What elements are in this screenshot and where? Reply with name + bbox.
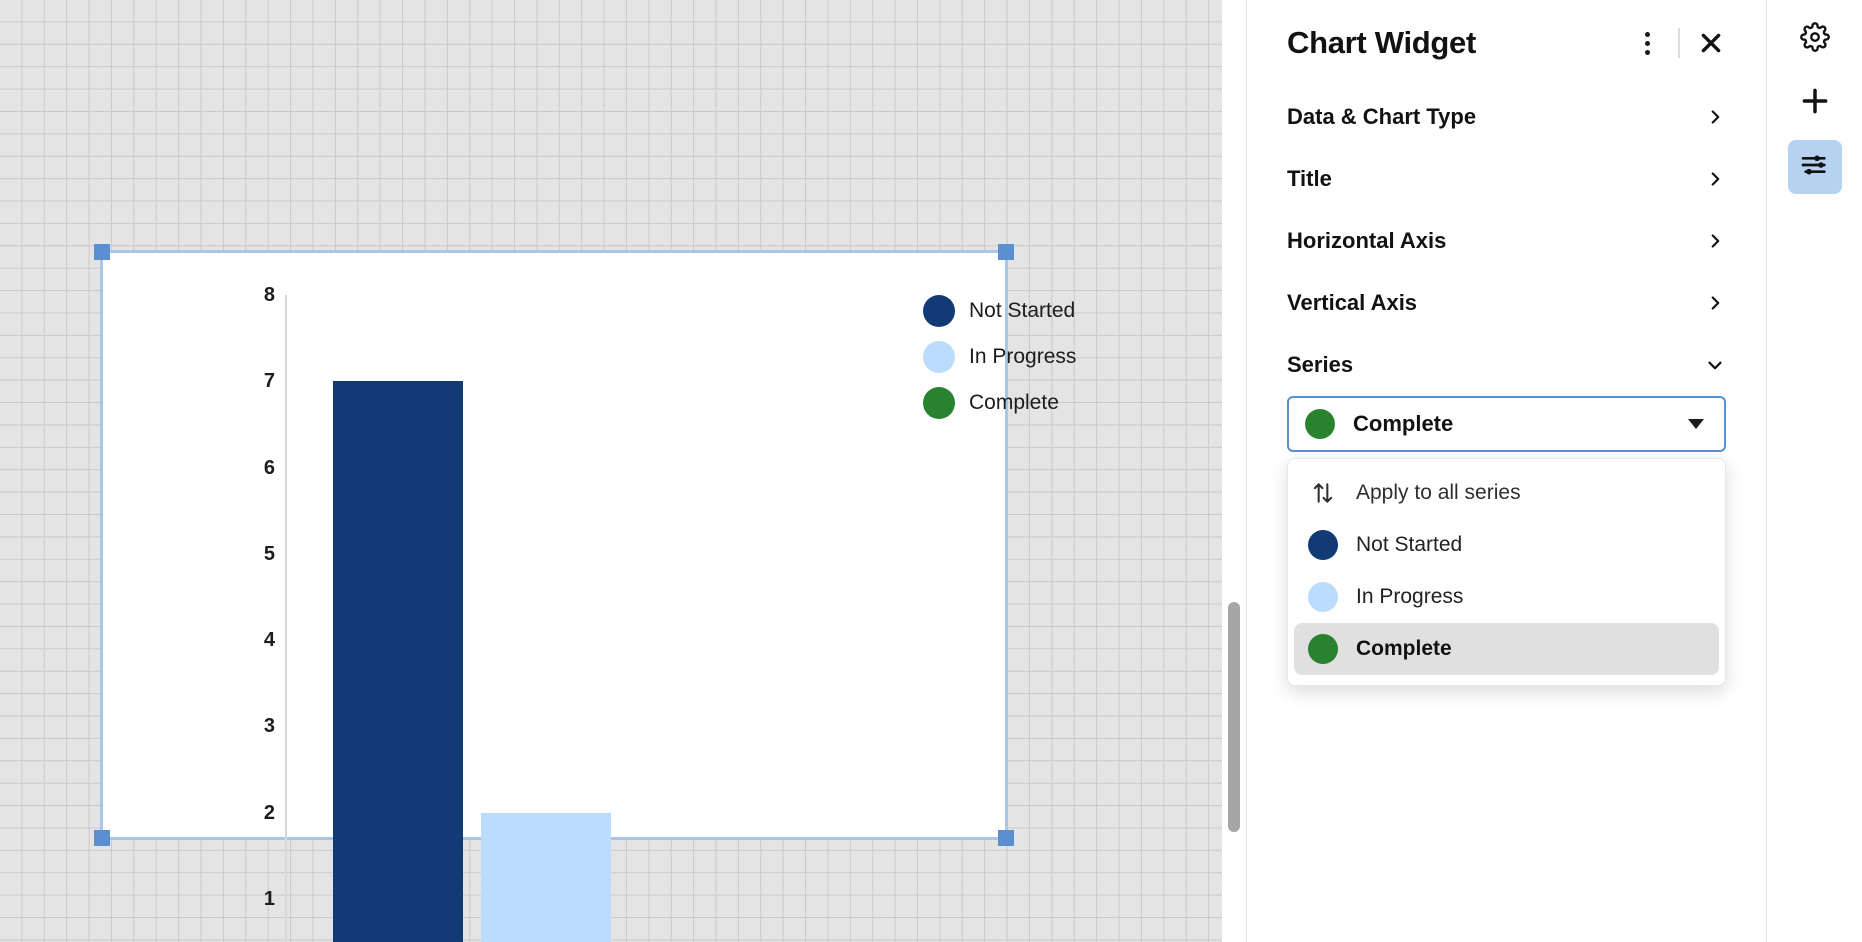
gear-icon xyxy=(1799,21,1830,57)
series-option-in-progress[interactable]: In Progress xyxy=(1294,571,1719,623)
y-axis-tick: 2 xyxy=(263,801,275,824)
section-data-chart-type[interactable]: Data & Chart Type xyxy=(1247,86,1766,148)
y-axis-tick: 1 xyxy=(263,887,275,910)
resize-handle-bottom-right[interactable] xyxy=(998,830,1014,846)
add-widget-button[interactable] xyxy=(1788,76,1842,130)
legend-label: Not Started xyxy=(969,299,1076,322)
bar-not-started xyxy=(333,381,463,942)
series-option-label: Apply to all series xyxy=(1356,481,1521,504)
chevron-down-icon xyxy=(1688,419,1704,429)
series-option-label: Complete xyxy=(1356,637,1452,660)
legend-item: In Progress xyxy=(923,341,1076,373)
series-color-swatch xyxy=(1308,582,1338,612)
chart-widget-selected[interactable]: 876543210 Count Not StartedIn ProgressCo… xyxy=(94,244,1076,942)
more-options-icon xyxy=(1644,31,1650,55)
legend-label: In Progress xyxy=(969,345,1077,368)
bar-in-progress xyxy=(481,812,611,942)
legend-label: Complete xyxy=(969,391,1059,414)
y-axis-tick: 6 xyxy=(263,456,275,479)
close-icon xyxy=(1698,30,1724,56)
section-series-label: Series xyxy=(1287,352,1354,377)
app-root: 876543210 Count Not StartedIn ProgressCo… xyxy=(0,0,1862,942)
section-data-chart-type-label: Data & Chart Type xyxy=(1287,104,1477,129)
resize-handle-top-right[interactable] xyxy=(998,244,1014,260)
series-color-swatch xyxy=(1305,409,1335,439)
y-axis-tick: 5 xyxy=(263,542,275,565)
design-canvas[interactable]: 876543210 Count Not StartedIn ProgressCo… xyxy=(0,0,1222,942)
legend-color-dot xyxy=(923,295,955,327)
chevron-right-icon xyxy=(1704,168,1726,190)
bar-chart: 876543210 Count Not StartedIn ProgressCo… xyxy=(103,253,1076,942)
page-title: Chart Widget xyxy=(1287,25,1476,60)
series-selector-area: Complete Apply to all series Not Started I… xyxy=(1247,396,1766,686)
settings-button[interactable] xyxy=(1788,12,1842,66)
panel-sections-top: Data & Chart Type Title Horizontal Axis Ver… xyxy=(1247,86,1766,334)
close-button[interactable] xyxy=(1694,26,1728,60)
series-color-swatch xyxy=(1308,530,1338,560)
section-title-label: Title xyxy=(1287,166,1332,191)
series-option-complete[interactable]: Complete xyxy=(1294,623,1719,675)
section-horizontal-axis-label: Horizontal Axis xyxy=(1287,228,1447,253)
series-select-value: Complete xyxy=(1353,411,1454,436)
legend-color-dot xyxy=(923,341,955,373)
series-select[interactable]: Complete xyxy=(1287,396,1726,452)
y-axis-tick: 4 xyxy=(263,629,275,651)
series-option-label: In Progress xyxy=(1356,585,1464,608)
canvas-scrollbar-thumb[interactable] xyxy=(1228,602,1240,832)
section-series[interactable]: Series xyxy=(1247,334,1766,396)
legend-item: Not Started xyxy=(923,295,1076,327)
resize-handle-top-left[interactable] xyxy=(94,244,110,260)
right-icon-rail xyxy=(1766,0,1862,942)
header-divider xyxy=(1678,28,1680,58)
sort-arrows-icon xyxy=(1308,480,1338,506)
chevron-down-icon xyxy=(1704,354,1726,376)
series-dropdown-menu[interactable]: Apply to all series Not Started In Progres… xyxy=(1287,458,1726,686)
chevron-right-icon xyxy=(1704,106,1726,128)
chart-widget-panel: Chart Widget Data & Chart Type Title Horiz… xyxy=(1246,0,1766,942)
chevron-right-icon xyxy=(1704,292,1726,314)
series-option-not-started[interactable]: Not Started xyxy=(1294,519,1719,571)
section-vertical-axis[interactable]: Vertical Axis xyxy=(1247,272,1766,334)
section-vertical-axis-label: Vertical Axis xyxy=(1287,290,1418,315)
chart-legend: Not Started In Progress Complete xyxy=(923,295,1076,419)
y-axis-tick: 3 xyxy=(263,715,275,738)
plot-area xyxy=(287,295,925,942)
y-axis-tick: 7 xyxy=(263,370,275,393)
more-options-button[interactable] xyxy=(1630,26,1664,60)
series-color-swatch xyxy=(1308,634,1338,664)
series-option-label: Not Started xyxy=(1356,533,1463,556)
section-horizontal-axis[interactable]: Horizontal Axis xyxy=(1247,210,1766,272)
chevron-right-icon xyxy=(1704,230,1726,252)
widget-settings-button[interactable] xyxy=(1787,140,1842,194)
section-title[interactable]: Title xyxy=(1247,148,1766,210)
canvas-scrollbar-track[interactable] xyxy=(1222,0,1246,942)
resize-handle-bottom-left[interactable] xyxy=(94,830,110,846)
legend-color-dot xyxy=(923,387,955,419)
y-axis-tick: 8 xyxy=(263,284,275,306)
sliders-icon xyxy=(1799,149,1831,186)
plus-icon xyxy=(1799,85,1831,122)
series-option-apply-to-all-series[interactable]: Apply to all series xyxy=(1294,467,1719,519)
y-axis-ticks: 876543210 xyxy=(223,253,275,909)
panel-header: Chart Widget xyxy=(1247,0,1766,86)
legend-item: Complete xyxy=(923,387,1076,419)
